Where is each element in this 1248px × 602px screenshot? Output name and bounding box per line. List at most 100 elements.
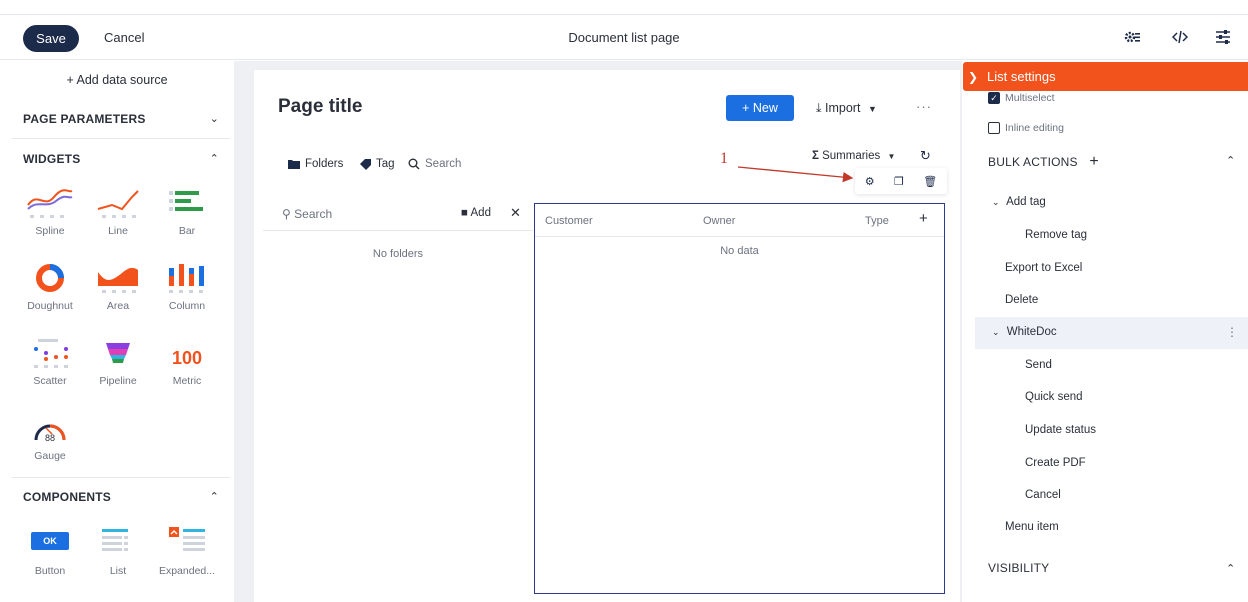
widget-scatter[interactable]: Scatter — [20, 337, 80, 387]
more-options-icon[interactable]: ··· — [916, 99, 932, 114]
section-label: WIDGETS — [23, 152, 81, 166]
chevron-up-icon: ⌃ — [209, 491, 219, 503]
tag-icon — [360, 158, 371, 170]
chevron-down-icon: ⌄ — [992, 197, 1000, 207]
new-button[interactable]: + New — [726, 95, 794, 121]
bulk-action-delete[interactable]: Delete — [1005, 294, 1038, 306]
bulk-action-update-status[interactable]: Update status — [1025, 424, 1096, 436]
checkbox-checked-icon: ✓ — [988, 92, 1000, 104]
divider — [12, 138, 230, 139]
search-input[interactable]: Search — [408, 158, 461, 170]
list-settings-header[interactable]: ❯ List settings — [963, 62, 1248, 91]
folders-button[interactable]: Folders — [288, 158, 343, 170]
widget-label: Pipeline — [99, 375, 137, 387]
column-header-owner[interactable]: Owner — [703, 215, 735, 227]
multiselect-label: Multiselect — [1005, 92, 1055, 104]
folder-search-input[interactable]: ⚲ Search — [282, 207, 332, 221]
column-header-customer[interactable]: Customer — [545, 215, 593, 227]
component-list[interactable]: List — [88, 527, 148, 577]
widget-label: Metric — [172, 375, 202, 387]
component-button[interactable]: OK Button — [20, 527, 80, 577]
search-icon: ⚲ — [282, 207, 291, 221]
bulk-action-whitedoc[interactable]: ⌄ WhiteDoc — [992, 326, 1057, 338]
import-button[interactable]: ⤓ Import ▼ — [816, 101, 877, 116]
widgets-section[interactable]: WIDGETS ⌃ — [23, 152, 219, 166]
summaries-button[interactable]: Σ Summaries ▼ — [812, 150, 895, 162]
settings-icon[interactable]: ⚙ — [865, 175, 875, 188]
widget-pipeline[interactable]: Pipeline — [88, 337, 148, 387]
divider — [535, 236, 944, 237]
button-preview: OK — [31, 532, 69, 550]
widget-doughnut[interactable]: Doughnut — [20, 262, 80, 312]
visibility-section[interactable]: VISIBILITY — [988, 561, 1049, 575]
sigma-icon: Σ — [812, 150, 819, 162]
bulk-action-menu-item[interactable]: Menu item — [1005, 521, 1059, 533]
refresh-icon[interactable]: ↻ — [920, 148, 931, 164]
section-label: BULK ACTIONS — [988, 155, 1078, 169]
bulk-action-send[interactable]: Send — [1025, 359, 1052, 371]
folders-label: Folders — [305, 158, 344, 170]
search-icon — [408, 158, 420, 170]
chevron-up-icon[interactable]: ⌃ — [1226, 154, 1235, 167]
caret-down-icon: ▼ — [887, 152, 896, 161]
no-folders-message: No folders — [372, 248, 424, 260]
annotation-number: 1 — [720, 150, 728, 167]
page-parameters-section[interactable]: PAGE PARAMETERS ⌄ — [23, 112, 219, 126]
add-folder-button[interactable]: ■ Add — [461, 207, 491, 219]
metric-value: 100 — [171, 348, 203, 368]
bulk-action-create-pdf[interactable]: Create PDF — [1025, 457, 1086, 469]
chevron-up-icon: ⌃ — [209, 153, 219, 165]
folder-search-placeholder: Search — [294, 207, 333, 221]
close-icon[interactable]: ✕ — [510, 205, 521, 221]
document-grid: Customer Owner Type + No data — [534, 203, 945, 594]
widget-area[interactable]: Area — [88, 262, 148, 312]
column-header-type[interactable]: Type — [865, 215, 889, 227]
tag-label: Tag — [376, 158, 395, 170]
widget-line[interactable]: Line — [88, 187, 148, 237]
component-expanded[interactable]: Expanded... — [157, 527, 217, 577]
download-icon: ⤓ — [816, 101, 822, 115]
folder-plus-icon: ■ — [461, 207, 468, 219]
bulk-action-cancel[interactable]: Cancel — [1025, 489, 1061, 501]
page-title-header: Document list page — [568, 30, 680, 45]
widget-bar[interactable]: Bar — [157, 187, 217, 237]
tag-button[interactable]: Tag — [360, 158, 395, 170]
import-label: Import — [825, 101, 861, 115]
gear-list-icon[interactable] — [1122, 26, 1142, 48]
bulk-action-export-excel[interactable]: Export to Excel — [1005, 262, 1082, 274]
bulk-action-remove-tag[interactable]: Remove tag — [1025, 229, 1087, 241]
add-icon[interactable]: + — [1089, 153, 1099, 170]
trash-icon[interactable]: 🗑 — [923, 175, 937, 188]
widget-column[interactable]: Column — [157, 262, 217, 312]
item-label: WhiteDoc — [1006, 326, 1057, 338]
page-title[interactable]: Page title — [278, 96, 362, 118]
sliders-icon[interactable] — [1213, 26, 1233, 48]
gauge-value: 88 — [44, 433, 55, 443]
section-label: COMPONENTS — [23, 490, 112, 504]
code-icon[interactable] — [1170, 26, 1190, 48]
chevron-up-icon[interactable]: ⌃ — [1226, 562, 1235, 575]
widget-metric[interactable]: 100 Metric — [157, 337, 217, 387]
list-settings-title: List settings — [987, 69, 1056, 84]
inline-editing-checkbox[interactable]: Inline editing — [988, 122, 1064, 134]
multiselect-checkbox[interactable]: ✓ Multiselect — [988, 92, 1055, 104]
components-section[interactable]: COMPONENTS ⌃ — [23, 490, 219, 504]
bulk-actions-section[interactable]: BULK ACTIONS + — [988, 153, 1099, 171]
item-label: Add tag — [1006, 196, 1046, 208]
caret-down-icon: ▼ — [867, 104, 877, 114]
chevron-down-icon: ⌄ — [992, 327, 1000, 337]
column-tools: ⚙ ❐ 🗑 — [855, 168, 947, 194]
bulk-action-quick-send[interactable]: Quick send — [1025, 391, 1083, 403]
bulk-action-add-tag[interactable]: ⌄ Add tag — [992, 196, 1046, 208]
widget-spline[interactable]: Spline — [20, 187, 80, 237]
kebab-menu-icon[interactable]: ⋮ — [1226, 325, 1238, 339]
widget-label: Gauge — [34, 450, 66, 462]
divider — [12, 477, 230, 478]
checkbox-unchecked-icon — [988, 122, 1000, 134]
widget-gauge[interactable]: 88 Gauge — [20, 412, 80, 462]
section-label: PAGE PARAMETERS — [23, 112, 146, 126]
add-data-source-button[interactable]: + Add data source — [0, 73, 234, 87]
add-column-icon[interactable]: + — [919, 210, 928, 227]
copy-icon[interactable]: ❐ — [894, 175, 904, 188]
top-bar: Save Cancel Document list page — [0, 14, 1248, 60]
